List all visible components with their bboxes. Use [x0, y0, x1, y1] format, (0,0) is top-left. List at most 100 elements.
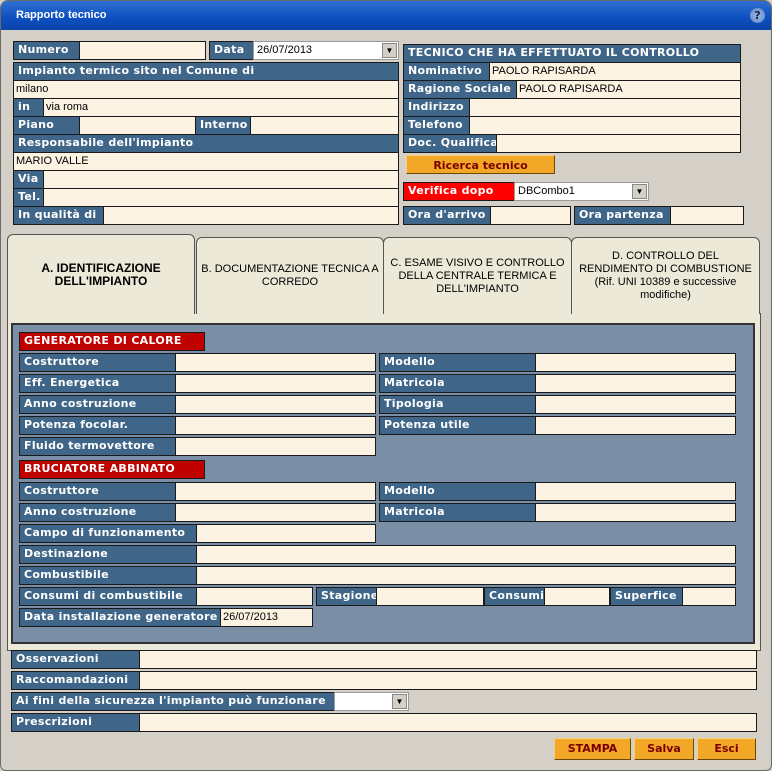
responsabile-header: Responsabile dell'impianto: [13, 134, 399, 153]
ora-partenza-field[interactable]: [670, 206, 744, 225]
gen-potenza-focolare-label: Potenza focolar.: [19, 416, 176, 435]
indirizzo-label: Indirizzo: [403, 98, 470, 117]
osservazioni-label: Osservazioni: [11, 650, 140, 669]
numero-field[interactable]: [79, 41, 206, 60]
bru-campo-funzionamento-field[interactable]: [196, 524, 376, 543]
gen-costruttore-label: Costruttore: [19, 353, 176, 372]
tab-c[interactable]: C. ESAME VISIVO E CONTROLLO DELLA CENTRA…: [383, 237, 572, 314]
gen-matricola-field[interactable]: [535, 374, 736, 393]
interno-field[interactable]: [250, 116, 399, 135]
bru-anno-costruzione-field[interactable]: [175, 503, 376, 522]
ragione-sociale-label: Ragione Sociale: [403, 80, 517, 99]
salva-button[interactable]: Salva: [634, 738, 694, 760]
qualita-field[interactable]: [103, 206, 399, 225]
indirizzo-field[interactable]: [469, 98, 741, 117]
piano-field[interactable]: [79, 116, 196, 135]
bru-combustibile-label: Combustibile: [19, 566, 197, 585]
responsabile-field[interactable]: MARIO VALLE: [13, 152, 399, 171]
prescrizioni-label: Prescrizioni: [11, 713, 140, 732]
gen-modello-label: Modello: [379, 353, 536, 372]
via-field[interactable]: [43, 170, 399, 189]
bru-anno-costruzione-label: Anno costruzione: [19, 503, 176, 522]
gen-fluido-field[interactable]: [175, 437, 376, 456]
bru-consumi-label: Consumi: [484, 587, 545, 606]
data-combo-value: 26/07/2013: [257, 44, 313, 56]
impianto-header: Impianto termico sito nel Comune di: [13, 62, 399, 81]
bru-data-installazione-field[interactable]: 26/07/2013: [220, 608, 313, 627]
bruciatore-header: BRUCIATORE ABBINATO: [19, 460, 205, 479]
doc-qualifica-label: Doc. Qualifica: [403, 134, 497, 153]
gen-tipologia-field[interactable]: [535, 395, 736, 414]
telefono-field[interactable]: [469, 116, 741, 135]
rapporto-tecnico-window: Rapporto tecnico ? Numero Data 26/07/2013 ▼…: [0, 0, 772, 771]
bru-costruttore-label: Costruttore: [19, 482, 176, 501]
data-label: Data: [209, 41, 254, 60]
tab-b[interactable]: B. DOCUMENTAZIONE TECNICA A CORREDO: [196, 237, 384, 314]
tab-a[interactable]: A. IDENTIFICAZIONE DELL'IMPIANTO: [7, 234, 195, 314]
ora-arrivo-label: Ora d'arrivo: [403, 206, 491, 225]
bru-stagione-label: Stagione: [316, 587, 377, 606]
gen-modello-field[interactable]: [535, 353, 736, 372]
ora-arrivo-field[interactable]: [490, 206, 571, 225]
gen-eff-energetica-label: Eff. Energetica: [19, 374, 176, 393]
gen-potenza-focolare-field[interactable]: [175, 416, 376, 435]
ragione-sociale-field[interactable]: PAOLO RAPISARDA: [516, 80, 741, 99]
gen-matricola-label: Matricola: [379, 374, 536, 393]
bru-superfice-label: Superfice: [610, 587, 683, 606]
raccomandazioni-field[interactable]: [139, 671, 757, 690]
bru-superfice-field[interactable]: [682, 587, 736, 606]
chevron-down-icon[interactable]: ▼: [632, 184, 647, 199]
bru-consumi-combustibile-label: Consumi di combustibile: [19, 587, 197, 606]
tel-field[interactable]: [43, 188, 399, 207]
comune-field[interactable]: milano: [13, 80, 399, 99]
tab-d[interactable]: D. CONTROLLO DEL RENDIMENTO DI COMBUSTIO…: [571, 237, 760, 314]
esci-button[interactable]: Esci: [697, 738, 756, 760]
stampa-button[interactable]: STAMPA: [554, 738, 631, 760]
sicurezza-combo[interactable]: ▼: [334, 692, 409, 711]
prescrizioni-field[interactable]: [139, 713, 757, 732]
osservazioni-field[interactable]: [139, 650, 757, 669]
bru-combustibile-field[interactable]: [196, 566, 736, 585]
chevron-down-icon[interactable]: ▼: [382, 43, 397, 58]
bru-stagione-field[interactable]: [376, 587, 484, 606]
raccomandazioni-label: Raccomandazioni: [11, 671, 140, 690]
bru-consumi-combustibile-field[interactable]: [196, 587, 313, 606]
bru-campo-funzionamento-label: Campo di funzionamento: [19, 524, 197, 543]
data-combo[interactable]: 26/07/2013 ▼: [253, 41, 399, 60]
bru-data-installazione-label: Data installazione generatore: [19, 608, 221, 627]
piano-label: Piano: [13, 116, 80, 135]
gen-fluido-label: Fluido termovettore: [19, 437, 176, 456]
bru-destinazione-label: Destinazione: [19, 545, 197, 564]
title-bar: Rapporto tecnico ?: [1, 1, 771, 30]
bru-consumi-field[interactable]: [544, 587, 610, 606]
ora-partenza-label: Ora partenza: [574, 206, 671, 225]
gen-anno-costruzione-label: Anno costruzione: [19, 395, 176, 414]
tel-label: Tel.: [13, 188, 44, 207]
bru-costruttore-field[interactable]: [175, 482, 376, 501]
gen-tipologia-label: Tipologia: [379, 395, 536, 414]
bru-destinazione-field[interactable]: [196, 545, 736, 564]
gen-eff-energetica-field[interactable]: [175, 374, 376, 393]
gen-potenza-utile-field[interactable]: [535, 416, 736, 435]
nominativo-field[interactable]: PAOLO RAPISARDA: [489, 62, 741, 81]
verifica-dopo-label: Verifica dopo: [403, 182, 515, 201]
verifica-dopo-combo-value: DBCombo1: [518, 185, 575, 197]
ricerca-tecnico-button[interactable]: Ricerca tecnico: [406, 155, 555, 174]
numero-label: Numero: [13, 41, 80, 60]
chevron-down-icon[interactable]: ▼: [392, 694, 407, 709]
help-icon[interactable]: ?: [750, 8, 765, 23]
tecnico-header: TECNICO CHE HA EFFETTUATO IL CONTROLLO: [403, 44, 741, 63]
in-label: in: [13, 98, 44, 117]
gen-potenza-utile-label: Potenza utile: [379, 416, 536, 435]
gen-anno-costruzione-field[interactable]: [175, 395, 376, 414]
verifica-dopo-combo[interactable]: DBCombo1 ▼: [514, 182, 649, 201]
bru-modello-field[interactable]: [535, 482, 736, 501]
gen-costruttore-field[interactable]: [175, 353, 376, 372]
in-field[interactable]: via roma: [43, 98, 399, 117]
telefono-label: Telefono: [403, 116, 470, 135]
via-label: Via: [13, 170, 44, 189]
window-title: Rapporto tecnico: [16, 9, 107, 21]
bru-matricola-field[interactable]: [535, 503, 736, 522]
doc-qualifica-field[interactable]: [496, 134, 741, 153]
qualita-label: In qualità di: [13, 206, 104, 225]
